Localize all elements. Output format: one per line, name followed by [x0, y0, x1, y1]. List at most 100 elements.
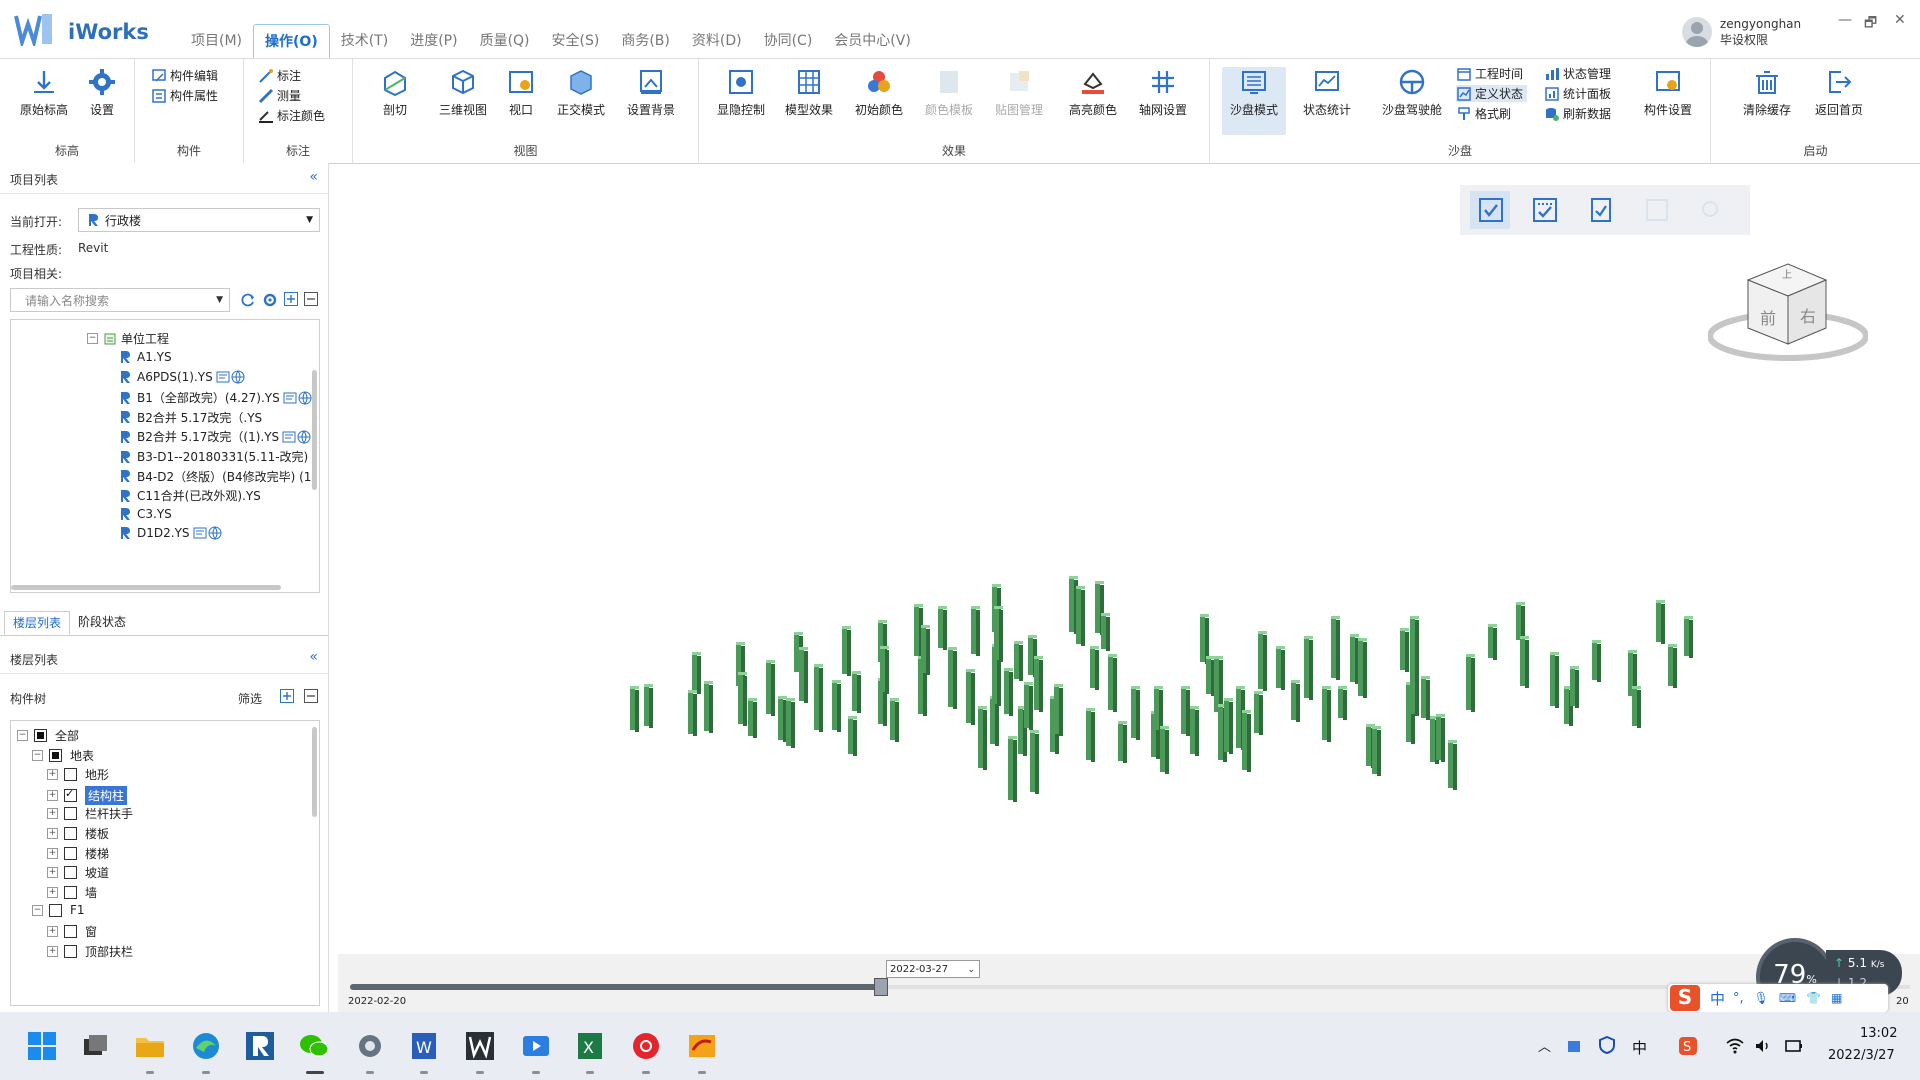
sogou-tray-icon[interactable]: S: [1678, 1036, 1698, 1056]
avatar[interactable]: [1682, 17, 1712, 47]
settings-gear-icon[interactable]: [262, 292, 278, 308]
structural-column[interactable]: [1304, 636, 1313, 700]
structural-column[interactable]: [1520, 636, 1529, 688]
collapse-toggle-icon[interactable]: −: [87, 333, 98, 344]
annotate-color-button[interactable]: 标注颜色: [258, 107, 325, 124]
structural-column[interactable]: [938, 606, 947, 650]
expand-all-icon[interactable]: [280, 689, 294, 703]
node-checkbox[interactable]: [64, 846, 77, 860]
set-background-button[interactable]: 设置背景: [619, 67, 683, 118]
section-button[interactable]: 剖切: [363, 67, 427, 118]
texture-mgmt-button[interactable]: 贴图管理: [987, 67, 1051, 118]
component-settings-button[interactable]: 构件设置: [1636, 67, 1700, 118]
node-checkbox[interactable]: [64, 925, 77, 938]
structural-column[interactable]: [786, 698, 795, 748]
component-attr-button[interactable]: 构件属性: [151, 87, 218, 104]
menu-member[interactable]: 会员中心(V): [823, 24, 922, 59]
node-checkbox[interactable]: [64, 787, 77, 802]
structural-column[interactable]: [1410, 616, 1419, 668]
structural-column[interactable]: [1190, 706, 1199, 756]
structural-column[interactable]: [1488, 624, 1497, 660]
expand-toggle-icon[interactable]: −: [17, 730, 28, 741]
structural-column[interactable]: [778, 696, 787, 742]
init-color-button[interactable]: 初始颜色: [847, 67, 911, 118]
node-checkbox[interactable]: [34, 729, 47, 742]
component-tree-node[interactable]: − 全部: [17, 727, 79, 744]
edge-icon[interactable]: [190, 1030, 222, 1062]
menu-tech[interactable]: 技术(T): [330, 24, 399, 59]
timeline-handle[interactable]: [874, 978, 888, 996]
battery-icon[interactable]: [1784, 1038, 1804, 1054]
structural-column[interactable]: [1242, 710, 1251, 772]
expand-toggle-icon[interactable]: +: [47, 847, 58, 859]
word-icon[interactable]: W: [408, 1030, 440, 1062]
sogou-logo-icon[interactable]: S: [1670, 985, 1700, 1011]
structural-column[interactable]: [966, 669, 975, 725]
component-tree-node[interactable]: − F1: [32, 903, 85, 917]
structural-column[interactable]: [1291, 680, 1300, 722]
expand-toggle-icon[interactable]: +: [47, 926, 58, 937]
structural-column[interactable]: [1592, 640, 1601, 682]
tab-floor-list[interactable]: 楼层列表: [4, 611, 71, 635]
project-tree-item[interactable]: C3.YS: [119, 507, 172, 521]
scrollbar-thumb[interactable]: [312, 370, 317, 490]
user-info[interactable]: zengyonghan 毕设权限: [1682, 16, 1801, 48]
collapse-icon[interactable]: «: [309, 169, 318, 185]
node-checkbox[interactable]: [64, 807, 77, 821]
skin-icon[interactable]: 👕: [1806, 991, 1821, 1005]
structural-column[interactable]: [1570, 666, 1579, 708]
project-tree-item[interactable]: B3-D1--20180331(5.11-改完): [119, 448, 308, 465]
menu-safety[interactable]: 安全(S): [541, 24, 611, 59]
ime-toolbar[interactable]: S 中 °, 🎙 ⌨ 👕 ▦: [1668, 984, 1888, 1012]
iworks-taskbar-icon[interactable]: [464, 1030, 496, 1062]
minimize-button[interactable]: —: [1838, 12, 1852, 28]
structural-column[interactable]: [1322, 686, 1331, 742]
format-brush-button[interactable]: 格式刷: [1456, 105, 1511, 122]
structural-column[interactable]: [748, 698, 757, 738]
structural-column[interactable]: [1206, 656, 1215, 696]
expand-toggle-icon[interactable]: +: [47, 945, 58, 957]
structural-column[interactable]: [890, 698, 899, 742]
structural-column[interactable]: [921, 625, 930, 675]
clock-date[interactable]: 2022/3/27: [1828, 1048, 1895, 1063]
structural-column[interactable]: [1024, 682, 1033, 730]
structural-column[interactable]: [1181, 686, 1190, 736]
keyboard-icon[interactable]: ⌨: [1779, 991, 1796, 1005]
task-view-icon[interactable]: [80, 1030, 112, 1062]
node-checkbox[interactable]: [64, 885, 77, 899]
collapse-all-icon[interactable]: [304, 292, 318, 306]
globe-badge-icon[interactable]: [208, 526, 222, 541]
component-edit-button[interactable]: 构件编辑: [151, 67, 218, 84]
structural-column[interactable]: [644, 684, 653, 728]
settings-app-icon[interactable]: [354, 1030, 386, 1062]
structural-column[interactable]: [1034, 656, 1043, 712]
tab-stage-status[interactable]: 阶段状态: [70, 611, 134, 633]
viewport-button[interactable]: 视口: [489, 67, 553, 118]
globe-badge-icon[interactable]: [231, 370, 245, 384]
project-tree-item[interactable]: C11合并(已改外观).YS: [119, 487, 261, 504]
expand-toggle-icon[interactable]: −: [32, 749, 43, 761]
structural-column[interactable]: [848, 716, 857, 756]
filter-button[interactable]: 筛选: [238, 690, 262, 707]
collapse-all-icon[interactable]: [304, 689, 318, 703]
original-elevation-button[interactable]: 原始标高: [12, 67, 76, 118]
back-home-button[interactable]: 返回首页: [1807, 67, 1871, 118]
clear-cache-button[interactable]: 清除缓存: [1735, 67, 1799, 118]
expand-toggle-icon[interactable]: +: [47, 886, 58, 898]
structural-column[interactable]: [688, 690, 697, 736]
project-tree-item[interactable]: B1（全部改完）(4.27).YS: [119, 389, 312, 406]
component-tree-node[interactable]: + 地形: [47, 766, 109, 783]
close-button[interactable]: ✕: [1894, 12, 1906, 28]
document-badge-icon[interactable]: [216, 371, 230, 383]
menu-docs[interactable]: 资料(D): [681, 24, 753, 59]
sandbox-drive-button[interactable]: 沙盘驾驶舱: [1372, 67, 1452, 118]
structural-column[interactable]: [814, 664, 823, 732]
structural-column[interactable]: [971, 606, 980, 656]
color-template-button[interactable]: 颜色模板: [917, 67, 981, 118]
component-tree-node[interactable]: +结构柱: [47, 785, 128, 805]
structural-column[interactable]: [842, 626, 851, 676]
document-badge-icon[interactable]: [283, 392, 297, 404]
structural-column[interactable]: [1550, 652, 1559, 708]
structural-column[interactable]: [1436, 714, 1445, 762]
refresh-data-button[interactable]: 刷新数据: [1544, 105, 1611, 122]
